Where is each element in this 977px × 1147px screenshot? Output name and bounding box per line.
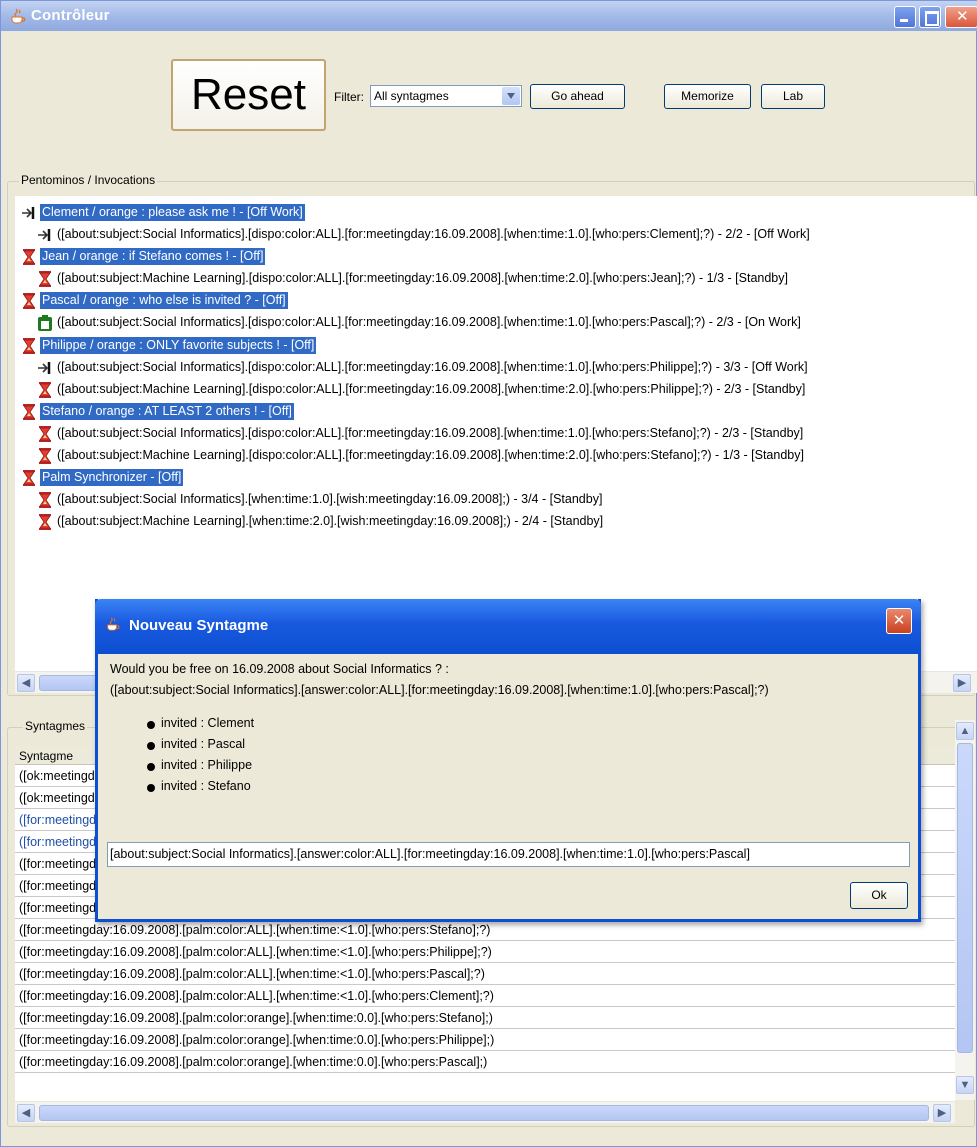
table-vertical-scrollbar[interactable]: ▲ ▼ <box>955 720 975 1100</box>
invited-list: invited : Clement invited : Pascal invit… <box>146 716 254 800</box>
memorize-button[interactable]: Memorize <box>664 84 751 109</box>
table-row[interactable]: ([for:meetingday:16.09.2008].[palm:color… <box>15 964 955 985</box>
table-horizontal-scrollbar[interactable]: ◀ ▶ <box>15 1101 955 1123</box>
table-cell-syntagme: ([for:meetingday:16.09.2008].[palm:color… <box>19 1033 495 1047</box>
scroll-left-icon[interactable]: ◀ <box>17 1104 35 1122</box>
tree-node-label: Philippe / orange : ONLY favorite subjec… <box>40 337 317 354</box>
syntagmes-title: Syntagmes <box>23 719 88 733</box>
nouveau-syntagme-dialog: Nouveau Syntagme ✕ Would you be free on … <box>95 599 921 922</box>
dialog-title: Nouveau Syntagme <box>129 617 269 634</box>
table-cell-syntagme: ([for:meetingday:16.09.2008].[palm:color… <box>19 1011 493 1025</box>
work-icon <box>37 314 53 332</box>
hourglass-icon <box>21 337 37 355</box>
tree-node-label: Clement / orange : please ask me ! - [Of… <box>40 204 305 221</box>
go-ahead-button[interactable]: Go ahead <box>530 84 625 109</box>
table-cell-syntagme: ([for:meetingday:16.09.2008].[palm:color… <box>19 945 492 959</box>
tree-node-label: ([about:subject:Social Informatics].[dis… <box>57 426 804 440</box>
close-button[interactable] <box>945 6 977 28</box>
invocations-title: Pentominos / Invocations <box>19 173 158 187</box>
table-cell-syntagme: ([for:meetingday:16.09.2008].[palm:color… <box>19 989 494 1003</box>
scroll-left-icon[interactable]: ◀ <box>17 674 35 692</box>
exit-arrow-icon <box>37 226 53 244</box>
scroll-thumb[interactable] <box>957 743 973 1053</box>
hourglass-icon <box>21 469 37 487</box>
hourglass-icon <box>37 513 53 531</box>
syntagme-input[interactable]: [about:subject:Social Informatics].[answ… <box>107 842 910 867</box>
tree-node-label: Palm Synchronizer - [Off] <box>40 469 184 486</box>
exit-arrow-icon <box>21 204 37 222</box>
window-titlebar[interactable]: Contrôleur <box>1 1 977 31</box>
scroll-right-icon[interactable]: ▶ <box>953 674 971 692</box>
hourglass-icon <box>21 403 37 421</box>
dialog-message-line: Would you be free on 16.09.2008 about So… <box>110 662 449 676</box>
dialog-message: Would you be free on 16.09.2008 about So… <box>110 659 769 701</box>
ok-button[interactable]: Ok <box>850 882 908 909</box>
scroll-up-icon[interactable]: ▲ <box>956 722 974 740</box>
exit-arrow-icon <box>37 359 53 377</box>
java-cup-icon <box>107 617 120 631</box>
table-row[interactable]: ([for:meetingday:16.09.2008].[palm:color… <box>15 942 955 963</box>
tree-node-label: ([about:subject:Machine Learning].[dispo… <box>57 382 806 396</box>
filter-label: Filter: <box>334 90 364 104</box>
tree-node-label: ([about:subject:Social Informatics].[whe… <box>57 492 603 506</box>
invited-item: invited : Stefano <box>146 779 254 800</box>
scroll-thumb[interactable] <box>39 1105 929 1121</box>
table-row[interactable]: ([for:meetingday:16.09.2008].[palm:color… <box>15 986 955 1007</box>
invited-item: invited : Pascal <box>146 737 254 758</box>
hourglass-icon <box>37 447 53 465</box>
dialog-titlebar[interactable]: Nouveau Syntagme ✕ <box>95 599 921 654</box>
tree-node-label: ([about:subject:Social Informatics].[dis… <box>57 315 801 329</box>
tree-node-label: Pascal / orange : who else is invited ? … <box>40 292 288 309</box>
table-row[interactable]: ([for:meetingday:16.09.2008].[palm:color… <box>15 1008 955 1029</box>
hourglass-icon <box>37 491 53 509</box>
tree-node-label: ([about:subject:Social Informatics].[dis… <box>57 227 810 241</box>
maximize-button[interactable] <box>919 6 941 28</box>
hourglass-icon <box>21 292 37 310</box>
table-row[interactable]: ([for:meetingday:16.09.2008].[palm:color… <box>15 1052 955 1073</box>
tree-node-label: ([about:subject:Machine Learning].[when:… <box>57 514 604 528</box>
table-cell-syntagme: ([for:meetingday:16.09.2008].[palm:color… <box>19 923 491 937</box>
hourglass-icon <box>21 248 37 266</box>
window-title: Contrôleur <box>31 7 110 24</box>
reset-button[interactable]: Reset <box>171 59 326 131</box>
hourglass-icon <box>37 381 53 399</box>
scroll-down-icon[interactable]: ▼ <box>956 1076 974 1094</box>
tree-node-label: ([about:subject:Machine Learning].[dispo… <box>57 448 804 462</box>
dropdown-arrow-icon[interactable] <box>502 87 520 105</box>
tree-node-label: Jean / orange : if Stefano comes ! - [Of… <box>40 248 266 265</box>
table-row[interactable]: ([for:meetingday:16.09.2008].[palm:color… <box>15 920 955 941</box>
column-header-syntagme[interactable]: Syntagme <box>19 749 73 763</box>
tree-node-label: ([about:subject:Machine Learning].[dispo… <box>57 271 788 285</box>
dialog-message-line: ([about:subject:Social Informatics].[ans… <box>110 683 769 697</box>
table-cell-syntagme: ([for:meetingday:16.09.2008].[palm:color… <box>19 967 485 981</box>
invited-item: invited : Philippe <box>146 758 254 779</box>
lab-button[interactable]: Lab <box>761 84 825 109</box>
filter-select[interactable]: All syntagmes <box>370 85 522 107</box>
hourglass-icon <box>37 270 53 288</box>
controleur-window: Contrôleur Reset Filter: All syntagmes G… <box>0 0 977 1147</box>
scroll-right-icon[interactable]: ▶ <box>933 1104 951 1122</box>
table-cell-syntagme: ([for:meetingday:16.09.2008].[palm:color… <box>19 1055 488 1069</box>
dialog-close-button[interactable]: ✕ <box>886 608 912 634</box>
tree-node-label: ([about:subject:Social Informatics].[dis… <box>57 360 808 374</box>
hourglass-icon <box>37 425 53 443</box>
tree-node-label: Stefano / orange : AT LEAST 2 others ! -… <box>40 403 294 420</box>
filter-value: All syntagmes <box>374 89 449 103</box>
table-row[interactable]: ([for:meetingday:16.09.2008].[palm:color… <box>15 1030 955 1051</box>
minimize-button[interactable] <box>894 6 916 28</box>
java-cup-icon <box>11 8 26 24</box>
invited-item: invited : Clement <box>146 716 254 737</box>
